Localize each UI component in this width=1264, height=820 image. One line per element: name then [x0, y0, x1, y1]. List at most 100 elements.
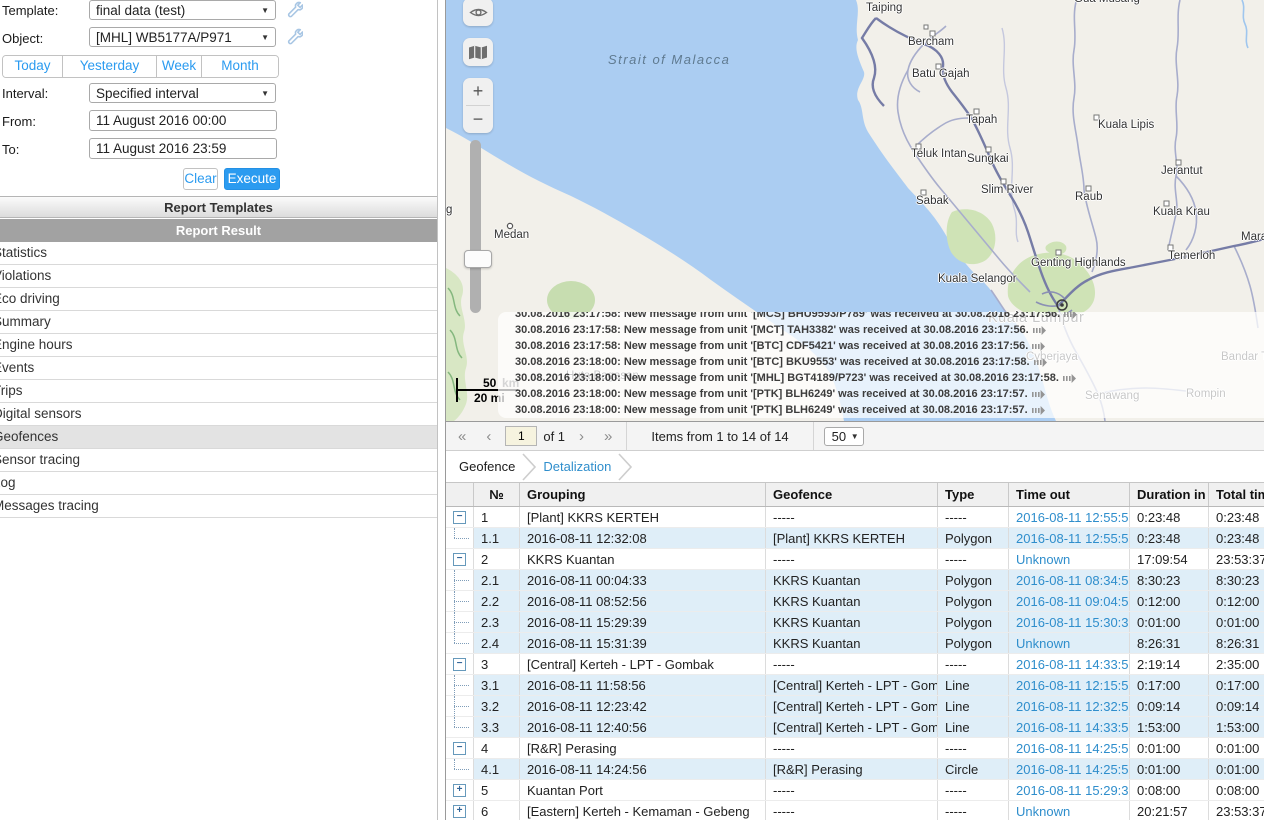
template-item-digital-sensors[interactable]: Digital sensors: [0, 403, 437, 426]
page-size-select[interactable]: 50 ▼: [824, 427, 864, 446]
yesterday-button[interactable]: Yesterday: [63, 56, 157, 77]
time-out-cell: 2016-08-11 14:33:56: [1009, 717, 1130, 737]
table-row[interactable]: −2KKRS Kuantan----------Unknown17:09:542…: [446, 549, 1264, 570]
collapse-row-icon[interactable]: −: [453, 742, 466, 755]
type-cell-value: Line: [945, 720, 970, 735]
zoom-out-button[interactable]: −: [463, 106, 493, 133]
template-settings-wrench-icon[interactable]: [285, 0, 303, 18]
time-out-link[interactable]: 2016-08-11 15:30:39: [1016, 615, 1130, 630]
last-page-button[interactable]: »: [600, 428, 616, 445]
time-out-link[interactable]: 2016-08-11 09:04:56: [1016, 594, 1130, 609]
map[interactable]: Strait of MalaccaTaipingGua MusangBercha…: [446, 0, 1264, 421]
zoom-slider-track[interactable]: [470, 140, 481, 313]
collapse-row-icon[interactable]: −: [453, 511, 466, 524]
expander-cell: [446, 633, 474, 653]
geofence-cell-value: -----: [773, 804, 795, 819]
table-row[interactable]: 1.12016-08-11 12:32:08[Plant] KKRS KERTE…: [446, 528, 1264, 549]
table-row[interactable]: −4[R&R] Perasing----------2016-08-11 14:…: [446, 738, 1264, 759]
geofence-cell: [Central] Kerteh - LPT - Gombak: [766, 717, 938, 737]
template-item-trips[interactable]: Trips: [0, 380, 437, 403]
geofence-cell-value: KKRS Kuantan: [773, 615, 860, 630]
tab-detalization[interactable]: Detalization: [543, 459, 611, 474]
goto-message-icon[interactable]: [1063, 374, 1076, 383]
goto-message-icon[interactable]: [1033, 326, 1046, 335]
grouping-cell: 2016-08-11 15:29:39: [520, 612, 766, 632]
table-row[interactable]: −3[Central] Kerteh - LPT - Gombak-------…: [446, 654, 1264, 675]
time-out-link[interactable]: 2016-08-11 12:15:56: [1016, 678, 1130, 693]
page-number-input[interactable]: [505, 426, 537, 446]
table-row[interactable]: −1[Plant] KKRS KERTEH----------2016-08-1…: [446, 507, 1264, 528]
table-row[interactable]: 3.22016-08-11 12:23:42[Central] Kerteh -…: [446, 696, 1264, 717]
template-item-log[interactable]: Log: [0, 472, 437, 495]
template-item-statistics[interactable]: Statistics: [0, 242, 437, 265]
from-date-input[interactable]: [89, 110, 277, 131]
template-item-geofences[interactable]: Geofences: [0, 426, 437, 449]
row-number-cell-value: 2.2: [481, 594, 499, 609]
table-row[interactable]: 2.22016-08-11 08:52:56KKRS KuantanPolygo…: [446, 591, 1264, 612]
month-button[interactable]: Month: [202, 56, 278, 77]
template-item-engine-hours[interactable]: Engine hours: [0, 334, 437, 357]
type-cell: Polygon: [938, 612, 1009, 632]
duration-in-cell-value: 0:08:00: [1137, 783, 1180, 798]
table-row[interactable]: 2.32016-08-11 15:29:39KKRS KuantanPolygo…: [446, 612, 1264, 633]
time-out-link[interactable]: 2016-08-11 14:25:56: [1016, 741, 1130, 756]
log-line: 30.08.2016 23:17:58: New message from un…: [498, 338, 1264, 354]
next-page-button[interactable]: ›: [575, 428, 588, 445]
time-out-link[interactable]: 2016-08-11 12:55:56: [1016, 510, 1130, 525]
time-out-link[interactable]: Unknown: [1016, 552, 1070, 567]
time-out-link[interactable]: 2016-08-11 08:34:56: [1016, 573, 1130, 588]
template-item-messages-tracing[interactable]: Messages tracing: [0, 495, 437, 518]
week-button[interactable]: Week: [157, 56, 202, 77]
zoom-in-button[interactable]: +: [463, 78, 493, 105]
type-cell-value: Line: [945, 678, 970, 693]
table-row[interactable]: +6[Eastern] Kerteh - Kemaman - Gebeng---…: [446, 801, 1264, 820]
execute-button[interactable]: Execute: [224, 168, 280, 190]
goto-message-icon[interactable]: [1032, 342, 1045, 351]
to-date-input[interactable]: [89, 138, 277, 159]
collapse-row-icon[interactable]: −: [453, 553, 466, 566]
map-layers-button[interactable]: [463, 38, 493, 66]
table-row[interactable]: 3.32016-08-11 12:40:56[Central] Kerteh -…: [446, 717, 1264, 738]
template-item-sensor-tracing[interactable]: Sensor tracing: [0, 449, 437, 472]
tab-geofence[interactable]: Geofence: [459, 459, 515, 474]
time-out-link[interactable]: 2016-08-11 12:55:56: [1016, 531, 1130, 546]
collapse-row-icon[interactable]: −: [453, 658, 466, 671]
row-number-cell: 3: [474, 654, 520, 674]
duration-in-cell-value: 20:21:57: [1137, 804, 1188, 819]
goto-message-icon[interactable]: [1034, 358, 1047, 367]
table-row[interactable]: 3.12016-08-11 11:58:56[Central] Kerteh -…: [446, 675, 1264, 696]
interval-select[interactable]: Specified interval ▼: [89, 83, 276, 103]
time-out-link[interactable]: Unknown: [1016, 636, 1070, 651]
template-item-summary[interactable]: Summary: [0, 311, 437, 334]
time-out-link[interactable]: 2016-08-11 14:33:56: [1016, 657, 1130, 672]
time-out-link[interactable]: 2016-08-11 14:33:56: [1016, 720, 1130, 735]
time-out-link[interactable]: 2016-08-11 12:32:56: [1016, 699, 1130, 714]
table-row[interactable]: 2.12016-08-11 00:04:33KKRS KuantanPolygo…: [446, 570, 1264, 591]
template-item-events[interactable]: Events: [0, 357, 437, 380]
template-item-violations[interactable]: Violations: [0, 265, 437, 288]
prev-page-button[interactable]: ‹: [482, 428, 495, 445]
template-select[interactable]: final data (test) ▼: [89, 0, 276, 20]
first-page-button[interactable]: «: [454, 428, 470, 445]
table-row[interactable]: 4.12016-08-11 14:24:56[R&R] PerasingCirc…: [446, 759, 1264, 780]
zoom-slider-handle[interactable]: [464, 250, 492, 268]
expand-row-icon[interactable]: +: [453, 805, 466, 818]
table-row[interactable]: 2.42016-08-11 15:31:39KKRS KuantanPolygo…: [446, 633, 1264, 654]
table-row[interactable]: +5Kuantan Port----------2016-08-11 15:29…: [446, 780, 1264, 801]
object-select[interactable]: [MHL] WB5177A/P971 ▼: [89, 27, 276, 47]
goto-message-icon[interactable]: [1032, 406, 1045, 415]
time-out-link[interactable]: Unknown: [1016, 804, 1070, 819]
today-button[interactable]: Today: [3, 56, 63, 77]
visibility-eye-button[interactable]: [463, 0, 493, 26]
template-item-eco-driving[interactable]: Eco driving: [0, 288, 437, 311]
expand-row-icon[interactable]: +: [453, 784, 466, 797]
time-out-link[interactable]: 2016-08-11 15:29:39: [1016, 783, 1130, 798]
goto-message-icon[interactable]: [1064, 312, 1077, 319]
geofence-cell: KKRS Kuantan: [766, 633, 938, 653]
goto-message-icon[interactable]: [1032, 390, 1045, 399]
time-out-link[interactable]: 2016-08-11 14:25:56: [1016, 762, 1130, 777]
table-header-row: №GroupingGeofenceTypeTime outDuration in…: [446, 482, 1264, 507]
object-settings-wrench-icon[interactable]: [285, 27, 303, 45]
clear-button[interactable]: Clear: [183, 168, 218, 190]
row-number-cell-value: 3.2: [481, 699, 499, 714]
